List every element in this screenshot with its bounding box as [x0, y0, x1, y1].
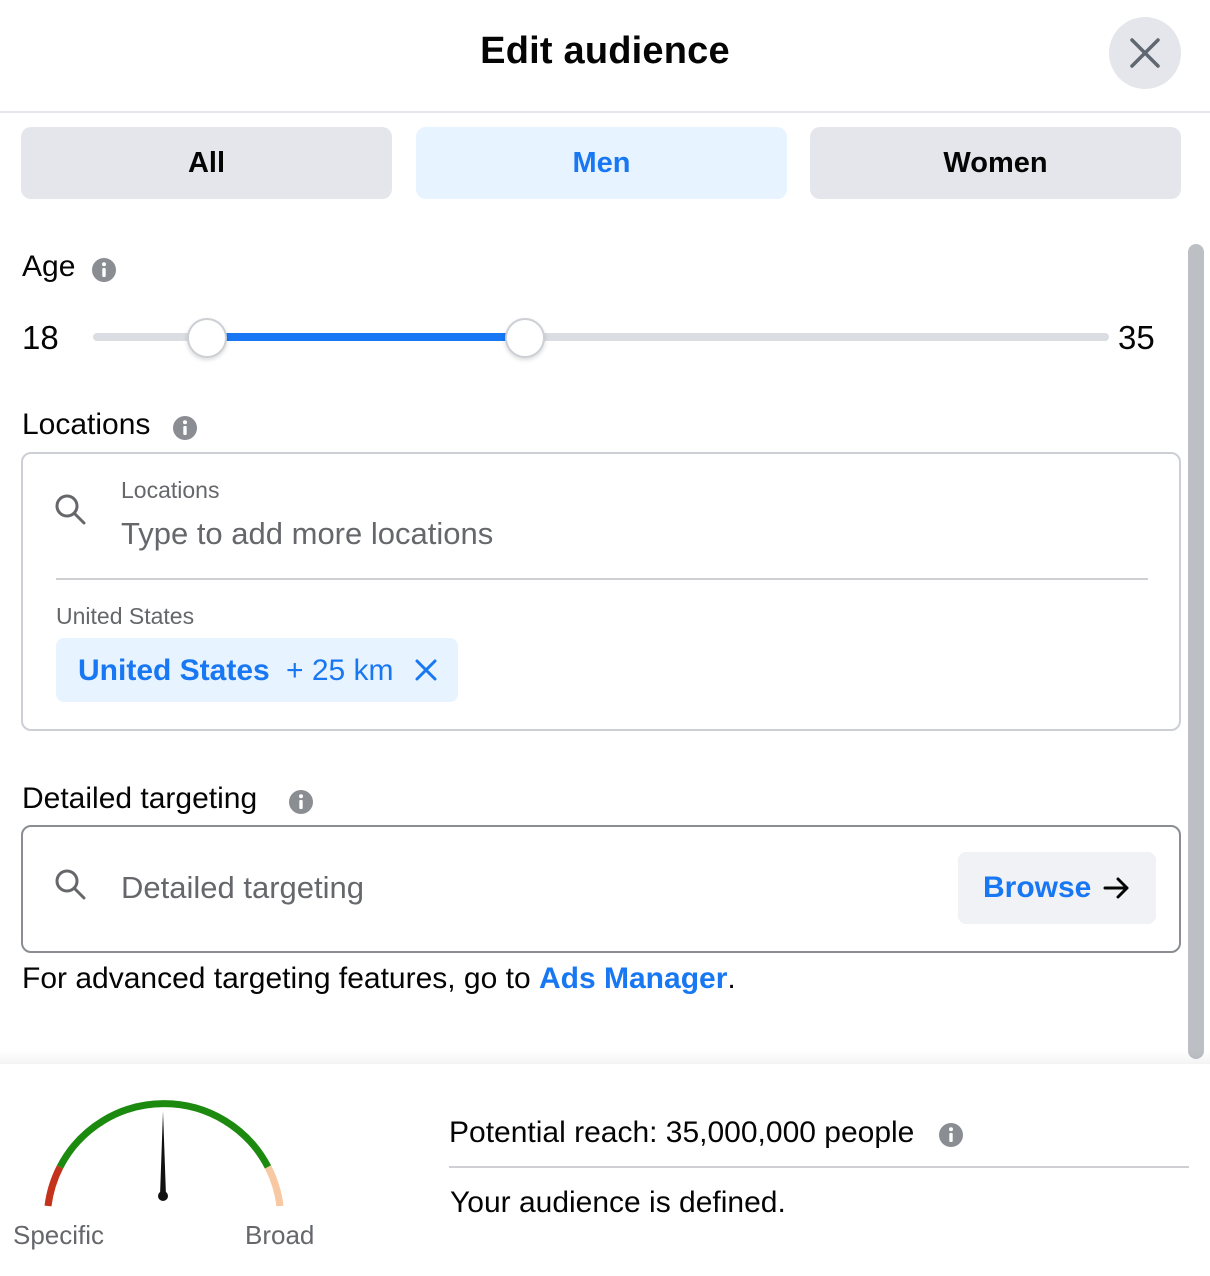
age-slider-range	[206, 333, 525, 341]
location-chip-radius[interactable]: + 25 km	[286, 654, 394, 688]
gauge-broad-label: Broad	[245, 1220, 315, 1250]
audience-size-gauge	[44, 1100, 284, 1207]
advanced-note-text: For advanced targeting features, go to	[22, 962, 539, 995]
arrow-right-icon	[1103, 877, 1129, 899]
potential-reach-text: Potential reach: 35,000,000 people	[449, 1116, 915, 1149]
advanced-note-suffix: .	[727, 962, 736, 995]
dialog-header: Edit audience	[0, 0, 1210, 113]
scrollbar[interactable]	[1188, 244, 1204, 1059]
age-max-value: 35	[1118, 319, 1155, 356]
locations-search-input[interactable]	[121, 512, 1021, 556]
detailed-targeting-box: Browse	[21, 825, 1181, 953]
audience-status: Your audience is defined.	[450, 1186, 786, 1219]
age-slider-max-handle[interactable]	[504, 318, 545, 358]
location-chip[interactable]: United States + 25 km	[56, 638, 458, 702]
browse-label: Browse	[983, 871, 1092, 904]
dialog-title: Edit audience	[480, 30, 730, 72]
locations-field-label: Locations	[121, 477, 220, 503]
gender-tabs: All Men Women	[21, 127, 1181, 199]
remove-location-icon[interactable]	[412, 656, 440, 684]
tab-all[interactable]: All	[21, 127, 392, 199]
tab-men[interactable]: Men	[416, 127, 787, 199]
divider	[449, 1166, 1189, 1168]
scrollbar-thumb[interactable]	[1188, 244, 1204, 1059]
gauge-specific-label: Specific	[13, 1220, 105, 1250]
potential-reach: Potential reach: 35,000,000 people	[449, 1116, 914, 1150]
locations-box: Locations United States United States + …	[21, 452, 1181, 731]
detailed-targeting-label: Detailed targeting	[22, 782, 258, 815]
age-label: Age	[22, 250, 76, 283]
detailed-targeting-info-icon[interactable]	[288, 789, 314, 815]
divider	[56, 578, 1148, 580]
detailed-targeting-input[interactable]	[121, 865, 921, 911]
locations-label: Locations	[22, 408, 151, 441]
search-icon	[55, 494, 86, 525]
ads-manager-link[interactable]: Ads Manager	[539, 962, 727, 995]
close-button[interactable]	[1109, 17, 1181, 89]
browse-button[interactable]: Browse	[958, 852, 1156, 924]
age-info-icon[interactable]	[91, 257, 117, 283]
locations-info-icon[interactable]	[172, 415, 198, 441]
advanced-targeting-note: For advanced targeting features, go to A…	[22, 962, 736, 996]
age-slider-min-handle[interactable]	[186, 318, 227, 358]
search-icon	[55, 869, 86, 900]
reach-info-icon[interactable]	[938, 1122, 964, 1148]
tab-women[interactable]: Women	[810, 127, 1181, 199]
audience-footer: Specific Broad Potential reach: 35,000,0…	[0, 1064, 1210, 1276]
location-chip-name: United States	[78, 654, 270, 687]
age-min-value: 18	[22, 319, 59, 356]
location-group-label: United States	[56, 603, 195, 629]
close-icon	[1130, 38, 1160, 68]
